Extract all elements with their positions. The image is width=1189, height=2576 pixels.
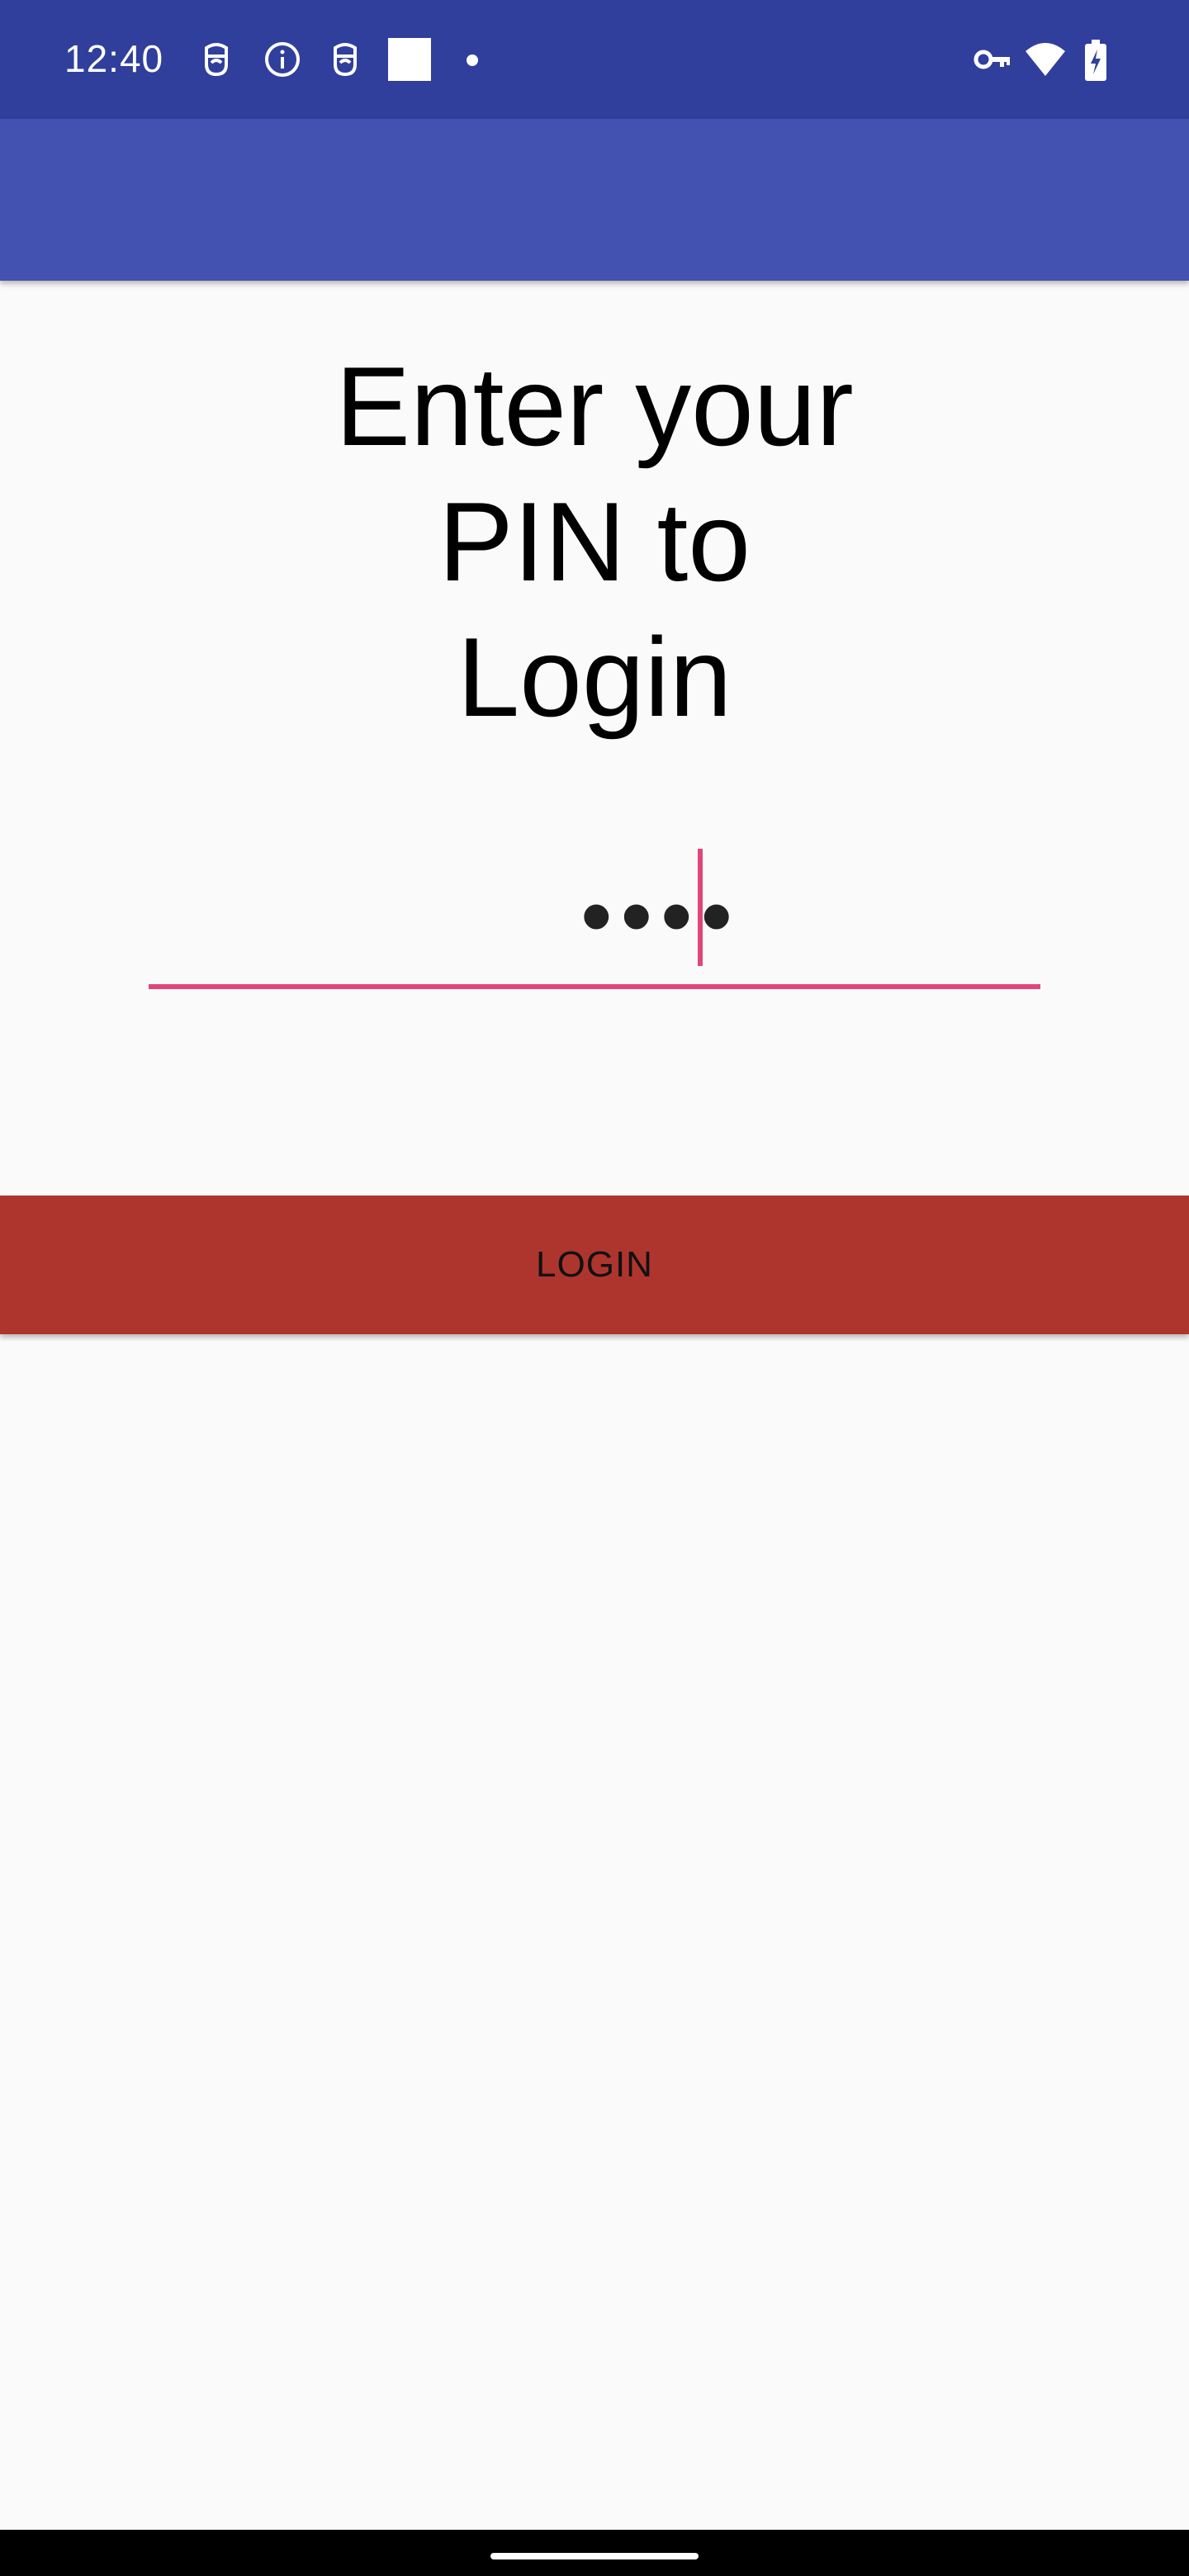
login-screen: 12:40 Enter your PIN to Login •••• LOGIN — [0, 0, 1189, 2576]
face-unlock-icon — [327, 40, 363, 79]
square-icon — [388, 38, 431, 81]
page-title: Enter your PIN to Login — [0, 339, 1189, 745]
page-title-line-2: PIN to — [438, 479, 751, 604]
page-title-line-1: Enter your — [335, 343, 854, 469]
text-cursor — [698, 849, 703, 966]
login-button-label: LOGIN — [536, 1244, 653, 1285]
status-bar: 12:40 — [0, 0, 1189, 119]
vpn-key-icon — [973, 40, 1012, 79]
page-title-line-3: Login — [457, 614, 732, 740]
pin-input[interactable]: •••• — [149, 834, 1040, 991]
login-button[interactable]: LOGIN — [0, 1196, 1189, 1334]
notification-dot-icon — [467, 54, 478, 66]
status-time: 12:40 — [64, 37, 164, 80]
face-unlock-icon — [198, 40, 234, 79]
navigation-bar — [0, 2530, 1189, 2576]
battery-charging-icon — [1083, 40, 1108, 81]
pin-input-underline — [149, 984, 1040, 989]
info-icon — [263, 40, 300, 79]
home-gesture-handle[interactable] — [490, 2553, 699, 2559]
app-bar — [0, 119, 1189, 281]
wifi-icon — [1024, 40, 1067, 79]
pin-input-value: •••• — [580, 865, 741, 967]
